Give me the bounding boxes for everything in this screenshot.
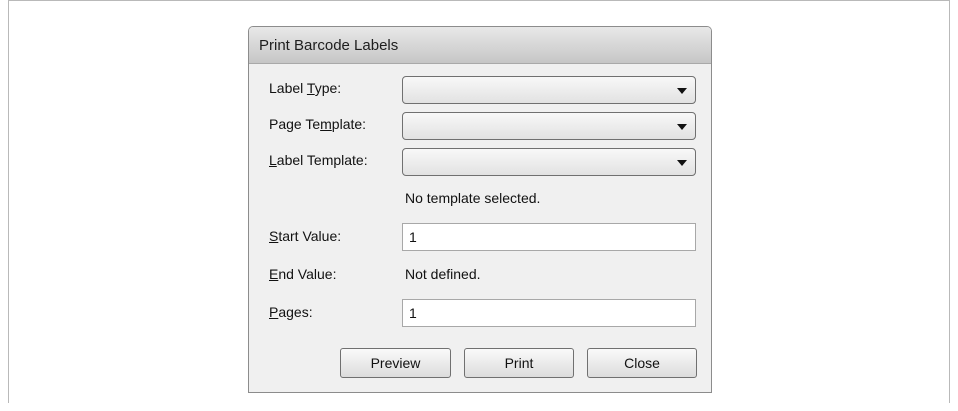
dialog-title: Print Barcode Labels <box>259 36 399 54</box>
preview-button[interactable]: Preview <box>340 348 451 378</box>
page-template-dropdown[interactable] <box>402 112 696 140</box>
print-button[interactable]: Print <box>464 348 574 378</box>
print-barcode-labels-dialog: Print Barcode Labels Label Type: Page Te… <box>248 26 712 393</box>
label-template-dropdown[interactable] <box>402 148 696 176</box>
chevron-down-icon <box>677 124 687 130</box>
close-button[interactable]: Close <box>587 348 697 378</box>
end-value-label: End Value: <box>269 266 337 282</box>
chevron-down-icon <box>677 160 687 166</box>
dialog-title-bar: Print Barcode Labels <box>249 27 711 64</box>
start-value-input[interactable]: 1 <box>402 223 696 251</box>
start-value-label: Start Value: <box>269 228 342 244</box>
pages-input[interactable]: 1 <box>402 299 696 327</box>
pages-label: Pages: <box>269 304 313 320</box>
chevron-down-icon <box>677 88 687 94</box>
label-template-label: Label Template: <box>269 152 368 168</box>
page-template-label: Page Template: <box>269 116 367 132</box>
template-status-text: No template selected. <box>405 190 541 206</box>
label-type-label: Label Type: <box>269 80 342 96</box>
label-type-dropdown[interactable] <box>402 76 696 104</box>
end-value-text: Not defined. <box>405 266 481 282</box>
